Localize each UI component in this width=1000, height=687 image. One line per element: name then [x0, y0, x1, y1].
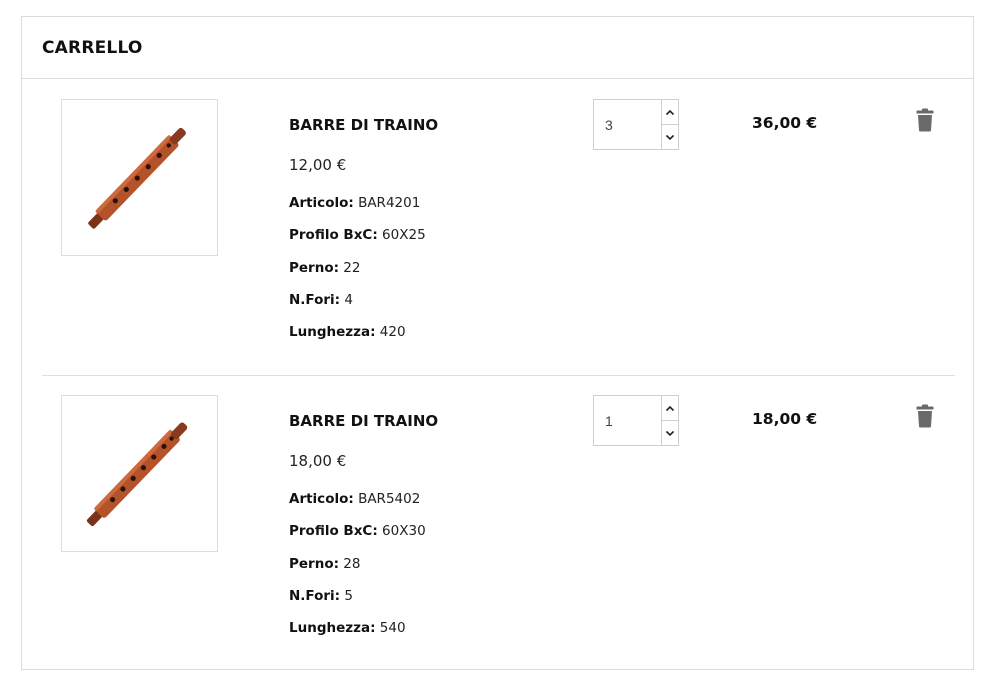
attribute-value: 22 — [343, 260, 361, 276]
attribute-articolo: Articolo: BAR4201 — [289, 195, 420, 211]
quantity-input[interactable] — [594, 396, 661, 445]
trash-icon — [916, 108, 934, 132]
attribute-label: Perno: — [289, 260, 339, 276]
product-name[interactable]: BARRE DI TRAINO — [289, 116, 438, 134]
attribute-label: Lunghezza: — [289, 324, 376, 340]
quantity-stepper — [593, 99, 679, 150]
remove-item-button[interactable] — [916, 108, 934, 132]
quantity-input[interactable] — [594, 100, 661, 149]
attribute-nfori: N.Fori: 4 — [289, 292, 353, 308]
quantity-stepper — [593, 395, 679, 446]
quantity-buttons — [661, 396, 678, 445]
attribute-label: N.Fori: — [289, 292, 341, 308]
attribute-value: 4 — [344, 292, 353, 308]
attribute-profilo: Profilo BxC: 60X25 — [289, 227, 426, 243]
attribute-value: BAR4201 — [358, 195, 421, 211]
unit-price: 12,00 € — [289, 156, 347, 174]
line-total: 36,00 € — [752, 114, 818, 132]
attribute-value: BAR5402 — [358, 491, 421, 507]
attribute-label: Articolo: — [289, 195, 354, 211]
attribute-value: 540 — [379, 620, 406, 636]
tow-bar-icon — [88, 127, 186, 229]
attribute-label: Profilo BxC: — [289, 523, 378, 539]
chevron-up-icon — [665, 109, 675, 115]
cart-header: CARRELLO — [22, 17, 973, 79]
attribute-label: Lunghezza: — [289, 620, 376, 636]
chevron-up-icon — [665, 405, 675, 411]
trash-icon — [916, 404, 934, 428]
quantity-increase-button[interactable] — [662, 396, 678, 420]
cart-panel: CARRELLO BARRE DI TRAINO 12,00 € Articol… — [21, 16, 974, 670]
attribute-label: Articolo: — [289, 491, 354, 507]
line-total: 18,00 € — [752, 410, 818, 428]
tow-bar-icon — [86, 422, 188, 527]
cart-item: BARRE DI TRAINO 18,00 € Articolo: BAR540… — [42, 395, 955, 665]
quantity-buttons — [661, 100, 678, 149]
attribute-value: 28 — [343, 556, 361, 572]
product-name[interactable]: BARRE DI TRAINO — [289, 412, 438, 430]
product-image[interactable] — [61, 395, 218, 552]
quantity-increase-button[interactable] — [662, 100, 678, 124]
attribute-lunghezza: Lunghezza: 540 — [289, 620, 406, 636]
attribute-value: 60X30 — [382, 523, 426, 539]
attribute-value: 5 — [344, 588, 353, 604]
attribute-perno: Perno: 28 — [289, 556, 360, 572]
cart-title: CARRELLO — [42, 37, 143, 58]
chevron-down-icon — [665, 430, 675, 436]
attribute-label: Perno: — [289, 556, 339, 572]
unit-price: 18,00 € — [289, 452, 347, 470]
attribute-value: 420 — [379, 324, 406, 340]
attribute-lunghezza: Lunghezza: 420 — [289, 324, 406, 340]
attribute-articolo: Articolo: BAR5402 — [289, 491, 420, 507]
cart-item: BARRE DI TRAINO 12,00 € Articolo: BAR420… — [42, 99, 955, 376]
remove-item-button[interactable] — [916, 404, 934, 428]
attribute-profilo: Profilo BxC: 60X30 — [289, 523, 426, 539]
attribute-label: N.Fori: — [289, 588, 341, 604]
attribute-label: Profilo BxC: — [289, 227, 378, 243]
attribute-value: 60X25 — [382, 227, 426, 243]
quantity-decrease-button[interactable] — [662, 124, 678, 149]
chevron-down-icon — [665, 134, 675, 140]
product-image[interactable] — [61, 99, 218, 256]
attribute-nfori: N.Fori: 5 — [289, 588, 353, 604]
attribute-perno: Perno: 22 — [289, 260, 360, 276]
quantity-decrease-button[interactable] — [662, 420, 678, 445]
